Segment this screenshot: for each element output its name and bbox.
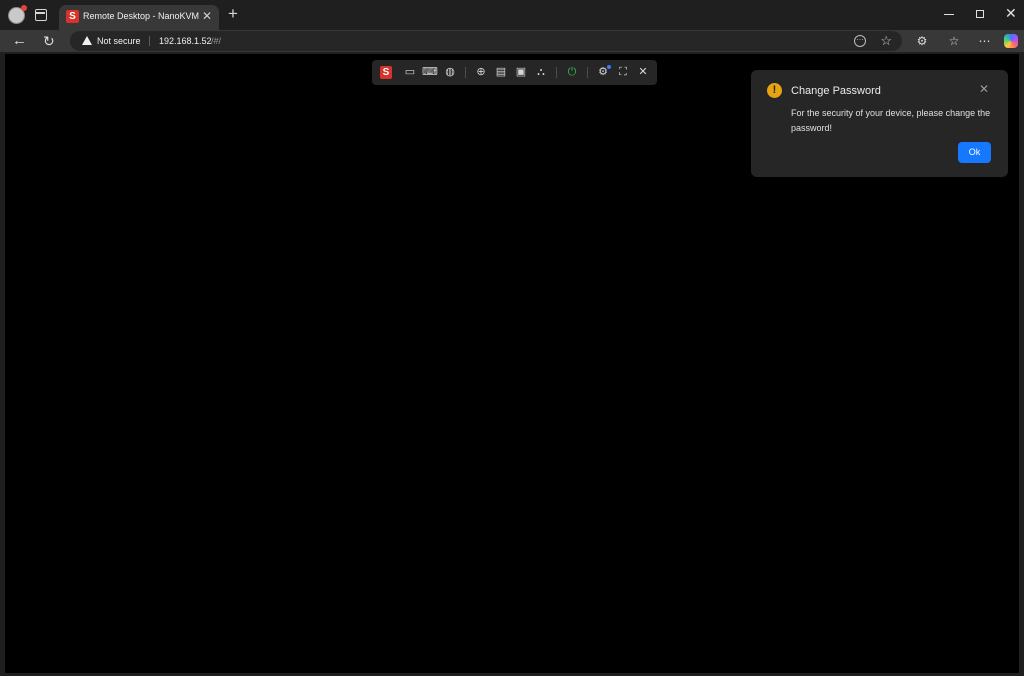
tab-remote-desktop[interactable]: S Remote Desktop - NanoKVM ✕ (59, 5, 219, 30)
url-path[interactable]: /#/ (211, 36, 221, 46)
url-host[interactable]: 192.168.1.52 (159, 36, 212, 46)
favorite-star-icon[interactable]: ☆ (880, 33, 892, 49)
notification-close-icon[interactable]: ✕ (979, 82, 989, 96)
notification-title: Change Password (791, 85, 881, 97)
toolbar-divider (587, 67, 588, 78)
reload-icon[interactable]: ↻ (43, 30, 55, 52)
reader-mode-icon[interactable]: ⋯ (854, 35, 866, 47)
profile-avatar-icon[interactable] (8, 5, 27, 24)
settings-icon[interactable]: ⚙ (595, 64, 611, 81)
back-arrow-icon[interactable]: ← (12, 30, 27, 52)
change-password-notification: ! Change Password ✕ For the security of … (751, 70, 1008, 177)
toolbar-divider (556, 67, 557, 78)
tab-title: Remote Desktop - NanoKVM (83, 11, 200, 21)
window-maximize-icon[interactable] (976, 10, 984, 18)
update-dot-icon (607, 65, 611, 69)
mouse-icon[interactable]: ◍ (442, 64, 458, 81)
power-icon[interactable]: ⏻ (564, 64, 580, 81)
toolbar-divider (465, 67, 466, 78)
image-mount-icon[interactable]: ⊕ (473, 64, 489, 81)
browser-titlebar: S Remote Desktop - NanoKVM ✕ + ✕ (0, 0, 1024, 30)
keyboard-icon[interactable]: ⌨ (422, 64, 438, 81)
tab-close-icon[interactable]: ✕ (202, 9, 212, 23)
copilot-icon[interactable] (1004, 34, 1018, 48)
fullscreen-icon[interactable]: ⛶ (615, 64, 631, 81)
network-icon[interactable]: ⛬ (533, 64, 549, 81)
warning-icon: ! (767, 83, 782, 98)
script-file-icon[interactable]: ▤ (493, 64, 509, 81)
notification-message: For the security of your device, please … (791, 108, 991, 133)
nanokvm-favicon-icon: S (66, 10, 79, 23)
warning-triangle-icon (82, 36, 92, 45)
tab-actions-icon[interactable] (35, 9, 47, 21)
terminal-icon[interactable]: ▣ (513, 64, 529, 81)
address-divider (149, 36, 150, 46)
window-close-icon[interactable]: ✕ (1005, 5, 1017, 22)
window-minimize-icon[interactable] (944, 14, 954, 15)
address-bar[interactable]: Not secure 192.168.1.52 /#/ ⋯ ☆ (70, 31, 902, 51)
nanokvm-logo-icon[interactable]: S (380, 66, 392, 79)
extensions-icon[interactable]: ⚙ (914, 33, 930, 49)
remote-screen[interactable]: S ▭ ⌨ ◍ ⊕ ▤ ▣ ⛬ ⏻ ⚙ ⛶ ✕ ! Change Passwor… (5, 54, 1019, 673)
kvm-toolbar: S ▭ ⌨ ◍ ⊕ ▤ ▣ ⛬ ⏻ ⚙ ⛶ ✕ (372, 60, 657, 85)
screen-icon[interactable]: ▭ (402, 64, 418, 81)
favorites-icon[interactable]: ☆ (946, 33, 962, 49)
security-status[interactable]: Not secure (97, 36, 141, 46)
new-tab-button[interactable]: + (228, 4, 238, 24)
browser-navbar: ← ↻ Not secure 192.168.1.52 /#/ ⋯ ☆ ⚙ ☆ … (0, 30, 1024, 52)
close-icon[interactable]: ✕ (635, 64, 651, 81)
more-menu-icon[interactable]: ⋯ (977, 33, 993, 49)
ok-button[interactable]: Ok (958, 142, 991, 163)
